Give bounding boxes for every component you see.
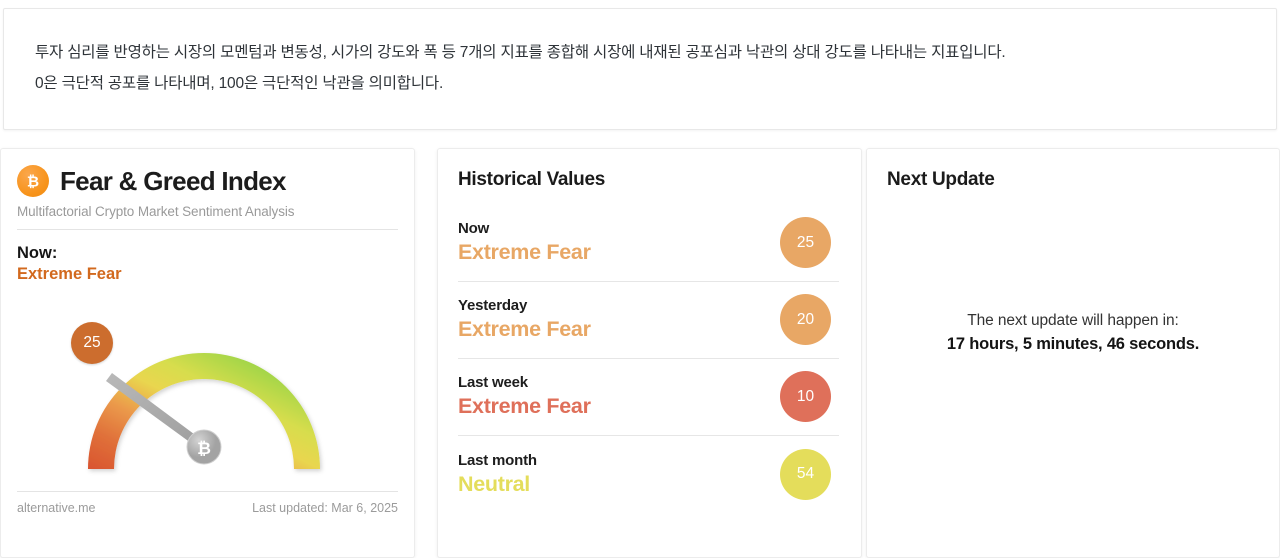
historical-value-badge: 54 xyxy=(780,448,831,500)
fear-greed-title: Fear & Greed Index xyxy=(60,166,287,196)
next-update-time: 17 hours, 5 minutes, 46 seconds. xyxy=(946,335,1200,353)
historical-row-last-week: Last week Extreme Fear 10 xyxy=(458,359,839,436)
historical-value-badge: 25 xyxy=(780,217,831,268)
next-update-title: Next Update xyxy=(887,169,995,190)
historical-classification: Extreme Fear xyxy=(458,317,591,342)
historical-row-last-month: Last month Neutral 54 xyxy=(458,436,839,513)
last-updated-text: Last updated: Mar 6, 2025 xyxy=(252,501,398,515)
historical-row-yesterday: Yesterday Extreme Fear 20 xyxy=(458,282,839,359)
panels-row: ₿ Fear & Greed Index Multifactorial Cryp… xyxy=(0,148,1280,558)
now-classification: Extreme Fear xyxy=(17,264,122,283)
historical-value-badge: 20 xyxy=(780,294,831,345)
gauge-hub-bitcoin-icon: ₿ xyxy=(186,429,222,465)
historical-values-list: Now Extreme Fear 25 Yesterday Extreme Fe… xyxy=(458,205,839,513)
historical-values-title: Historical Values xyxy=(458,169,605,190)
historical-period: Last month xyxy=(458,451,537,469)
historical-row-now: Now Extreme Fear 25 xyxy=(458,205,839,282)
historical-period: Now xyxy=(458,220,490,238)
fear-greed-header: ₿ Fear & Greed Index xyxy=(17,165,398,197)
svg-text:₿: ₿ xyxy=(27,173,39,191)
description-line-2: 0은 극단적 공포를 나타내며, 100은 극단적인 낙관을 의미합니다. xyxy=(35,75,444,92)
gauge-svg: ₿ xyxy=(87,353,320,470)
gauge-value-badge: 25 xyxy=(71,322,113,365)
next-update-panel: Next Update The next update will happen … xyxy=(866,148,1280,558)
description-line-1: 투자 심리를 반영하는 시장의 모멘텀과 변동성, 시가의 강도와 폭 등 7개… xyxy=(35,44,1006,61)
source-link[interactable]: alternative.me xyxy=(17,501,96,515)
historical-value-badge: 10 xyxy=(780,371,831,422)
now-label: Now: xyxy=(17,244,58,262)
fear-greed-gauge: ₿ 25 xyxy=(13,291,396,496)
historical-period: Last week xyxy=(458,374,528,392)
historical-period: Yesterday xyxy=(458,297,528,315)
next-update-caption: The next update will happen in: xyxy=(967,312,1179,329)
historical-classification: Extreme Fear xyxy=(458,394,591,419)
fear-greed-index-panel: ₿ Fear & Greed Index Multifactorial Cryp… xyxy=(0,148,415,558)
historical-values-panel: Historical Values Now Extreme Fear 25 Ye… xyxy=(437,148,862,558)
fear-greed-footer: alternative.me Last updated: Mar 6, 2025 xyxy=(17,491,398,515)
historical-classification: Neutral xyxy=(458,471,530,496)
svg-text:₿: ₿ xyxy=(197,439,211,459)
bitcoin-icon: ₿ xyxy=(17,165,49,197)
historical-classification: Extreme Fear xyxy=(458,240,591,265)
fear-greed-subtitle: Multifactorial Crypto Market Sentiment A… xyxy=(17,204,398,230)
next-update-countdown: The next update will happen in: 17 hours… xyxy=(867,312,1279,354)
description-card: 투자 심리를 반영하는 시장의 모멘텀과 변동성, 시가의 강도와 폭 등 7개… xyxy=(3,8,1277,130)
